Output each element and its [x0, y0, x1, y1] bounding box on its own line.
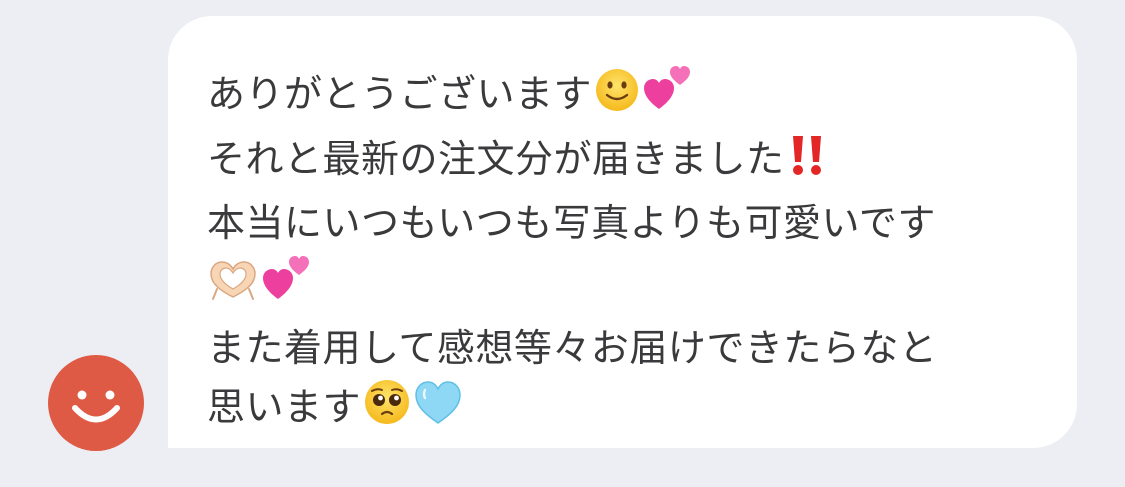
- message-text-1: ありがとうございます: [207, 72, 593, 116]
- message-bubble[interactable]: ありがとうございます それと最新の注文分が届きました 本当にいつもいつも写真より…: [168, 16, 1077, 448]
- message-text-6: 思います: [207, 384, 362, 429]
- pleading-face-icon: [363, 378, 411, 443]
- message-line-3: 本当にいつもいつも写真よりも可愛いです: [207, 194, 1047, 253]
- message-line-1: ありがとうございます: [207, 63, 1047, 130]
- double-exclamation-icon: [787, 132, 827, 195]
- light-blue-heart-icon: [413, 378, 463, 443]
- message-text-2: それと最新の注文分が届きました: [207, 136, 785, 181]
- message-line-6: 思います: [207, 378, 1047, 443]
- smiley-avatar-icon: [72, 390, 120, 423]
- message-text-5: また着用して感想等々お届けできたらなと: [207, 326, 938, 370]
- message-line-5: また着用して感想等々お届けできたらなと: [207, 319, 1047, 378]
- chat-area: ありがとうございます それと最新の注文分が届きました 本当にいつもいつも写真より…: [0, 0, 1125, 487]
- heart-hands-icon: [207, 257, 259, 320]
- sender-avatar[interactable]: [48, 355, 144, 451]
- two-hearts-icon: [642, 63, 692, 130]
- slightly-smiling-face-icon: [594, 67, 640, 130]
- message-line-2: それと最新の注文分が届きました: [207, 130, 1047, 195]
- message-line-4: [207, 253, 1047, 320]
- message-text-3: 本当にいつもいつも写真よりも可愛いです: [207, 201, 936, 245]
- two-hearts-icon: [261, 253, 311, 320]
